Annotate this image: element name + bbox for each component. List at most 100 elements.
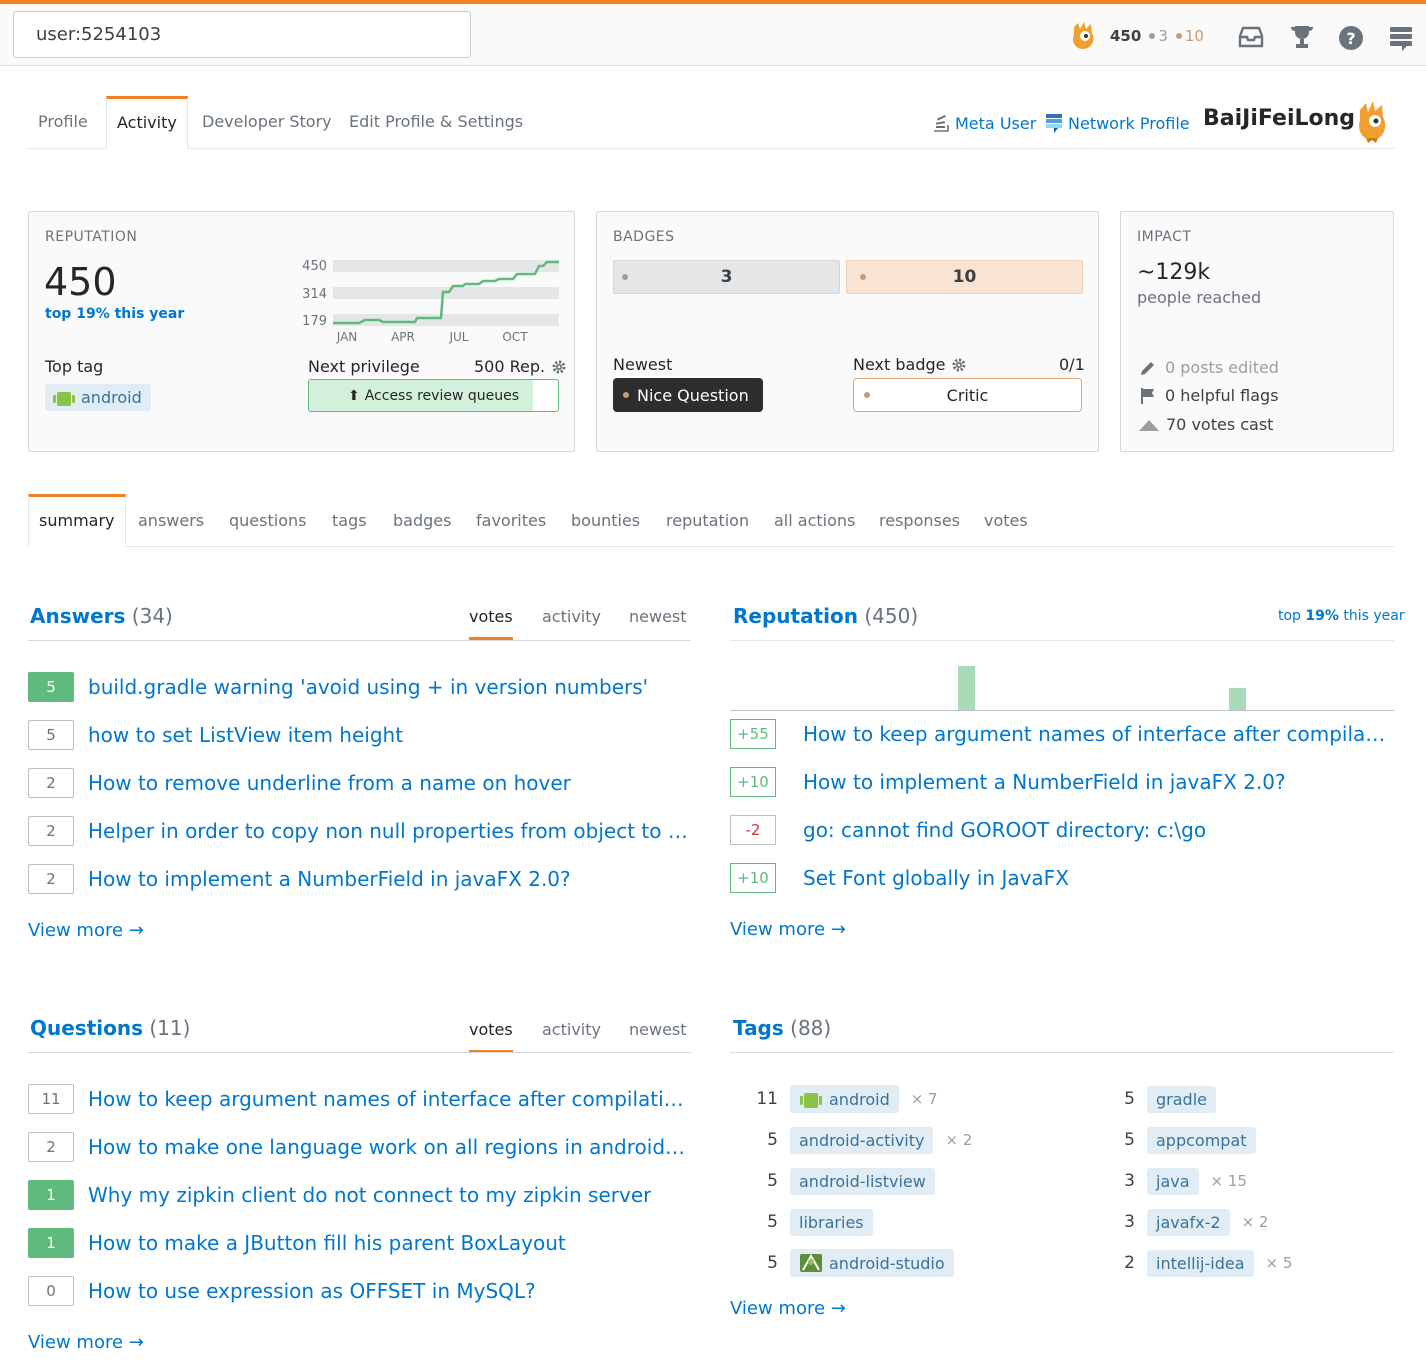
tag-row: 11 android × 7 bbox=[748, 1084, 938, 1114]
pencil-icon bbox=[1141, 361, 1154, 375]
tab-activity[interactable]: Activity bbox=[106, 96, 188, 149]
reputation-rank[interactable]: top 19% this year bbox=[45, 306, 184, 322]
reputation-post-link[interactable]: How to implement a NumberField in javaFX… bbox=[803, 770, 1286, 794]
tag-appcompat[interactable]: appcompat bbox=[1147, 1126, 1256, 1154]
search-input[interactable]: user:5254103 bbox=[13, 11, 471, 58]
post-title-link[interactable]: How to implement a NumberField in javaFX… bbox=[88, 867, 571, 891]
tab-badges[interactable]: badges bbox=[393, 494, 451, 530]
post-title-link[interactable]: Why my zipkin client do not connect to m… bbox=[88, 1183, 651, 1207]
post-title-link[interactable]: How to use expression as OFFSET in MySQL… bbox=[88, 1279, 536, 1303]
tab-tags[interactable]: tags bbox=[332, 494, 367, 530]
user-summary[interactable]: 450 3 10 bbox=[1070, 14, 1204, 58]
reputation-post-link[interactable]: How to keep argument names of interface … bbox=[803, 722, 1393, 746]
next-badge[interactable]: Critic bbox=[853, 378, 1082, 412]
silver-badges-box[interactable]: 3 bbox=[613, 260, 840, 294]
tag-gradle[interactable]: gradle bbox=[1147, 1085, 1216, 1113]
answers-filter-votes[interactable]: votes bbox=[469, 607, 513, 640]
trophy-icon[interactable] bbox=[1288, 23, 1316, 51]
answers-count: (34) bbox=[131, 604, 173, 628]
bronze-badges-count: 10 bbox=[952, 267, 977, 287]
answers-filter-activity[interactable]: activity bbox=[542, 607, 601, 626]
tab-bounties[interactable]: bounties bbox=[571, 494, 640, 530]
post-title-link[interactable]: Helper in order to copy non null propert… bbox=[88, 819, 688, 843]
vote-count: 1 bbox=[28, 1180, 74, 1210]
badges-card: BADGES 3 10 Newest Nice Question Next ba… bbox=[596, 211, 1099, 452]
questions-filter-activity[interactable]: activity bbox=[542, 1020, 601, 1039]
answers-view-more[interactable]: View more → bbox=[28, 920, 144, 941]
post-title-link[interactable]: How to make one language work on all reg… bbox=[88, 1135, 688, 1159]
vote-count: 11 bbox=[28, 1084, 74, 1114]
gear-icon[interactable] bbox=[551, 359, 567, 375]
post-title-link[interactable]: How to make a JButton fill his parent Bo… bbox=[88, 1231, 566, 1255]
tag-row: 5 appcompat bbox=[1105, 1125, 1256, 1155]
chart-x-label-oct: OCT bbox=[502, 330, 528, 344]
answers-filter-newest[interactable]: newest bbox=[629, 607, 687, 626]
tab-votes[interactable]: votes bbox=[984, 494, 1028, 530]
reputation-title[interactable]: Reputation bbox=[733, 604, 858, 628]
rep-histogram-bar[interactable] bbox=[958, 666, 975, 710]
tab-edit-profile[interactable]: Edit Profile & Settings bbox=[349, 96, 523, 149]
profile-avatar-icon[interactable] bbox=[1356, 100, 1388, 144]
tag-name: android-listview bbox=[799, 1171, 926, 1191]
tab-summary[interactable]: summary bbox=[28, 494, 126, 547]
tag-android-listview[interactable]: android-listview bbox=[790, 1167, 935, 1195]
android-studio-icon bbox=[800, 1253, 822, 1272]
post-title-link[interactable]: How to remove underline from a name on h… bbox=[88, 771, 571, 795]
questions-filter-newest[interactable]: newest bbox=[629, 1020, 687, 1039]
tab-questions[interactable]: questions bbox=[229, 494, 306, 530]
tab-reputation[interactable]: reputation bbox=[666, 494, 749, 530]
gear-icon[interactable] bbox=[951, 357, 967, 373]
reputation-rank-link[interactable]: top 19% this year bbox=[1278, 608, 1405, 624]
rep-histogram-bar[interactable] bbox=[1229, 688, 1246, 710]
reputation-view-more[interactable]: View more → bbox=[730, 919, 846, 940]
reputation-graph[interactable]: 450 314 179 JAN APR JUL OCT bbox=[299, 256, 561, 344]
stackexchange-icon[interactable] bbox=[1387, 24, 1415, 52]
tab-profile[interactable]: Profile bbox=[38, 96, 88, 149]
inbox-icon[interactable] bbox=[1237, 24, 1265, 52]
reputation-change: +55 bbox=[730, 719, 776, 749]
post-row: 2 How to implement a NumberField in javaF… bbox=[28, 864, 571, 894]
tag-multiplier: × 5 bbox=[1265, 1254, 1293, 1272]
tag-intellij-idea[interactable]: intellij-idea bbox=[1147, 1249, 1254, 1277]
tag-android-activity[interactable]: android-activity bbox=[790, 1126, 934, 1154]
silver-badge-icon bbox=[1149, 33, 1156, 39]
tab-answers[interactable]: answers bbox=[138, 494, 204, 530]
bronze-badges-box[interactable]: 10 bbox=[846, 260, 1083, 294]
post-title-link[interactable]: how to set ListView item height bbox=[88, 723, 403, 747]
tags-title[interactable]: Tags bbox=[733, 1016, 784, 1040]
posts-edited-text: 0 posts edited bbox=[1165, 358, 1279, 377]
tab-developer-story[interactable]: Developer Story bbox=[202, 96, 332, 149]
questions-filter-votes[interactable]: votes bbox=[469, 1020, 513, 1053]
reputation-row: -2 go: cannot find GOROOT directory: c:\g… bbox=[730, 815, 1206, 845]
top-tag-android[interactable]: android bbox=[45, 384, 151, 411]
reputation-change: +10 bbox=[730, 767, 776, 797]
questions-view-more[interactable]: View more → bbox=[28, 1332, 144, 1353]
network-profile-link[interactable]: Network Profile bbox=[1046, 113, 1190, 133]
privilege-progress[interactable]: ⬆ Access review queues bbox=[308, 379, 559, 412]
tag-score: 11 bbox=[756, 1089, 778, 1109]
newest-badge[interactable]: Nice Question bbox=[613, 378, 763, 412]
tag-score: 3 bbox=[1124, 1171, 1135, 1191]
privilege-name: Access review queues bbox=[364, 387, 519, 404]
questions-title[interactable]: Questions bbox=[30, 1016, 143, 1040]
help-icon[interactable]: ? bbox=[1337, 24, 1365, 52]
tag-java[interactable]: java bbox=[1147, 1167, 1199, 1195]
reputation-post-link[interactable]: Set Font globally in JavaFX bbox=[803, 866, 1069, 890]
tab-all-actions[interactable]: all actions bbox=[774, 494, 855, 530]
tag-javafx-2[interactable]: javafx-2 bbox=[1147, 1208, 1230, 1236]
post-row: 2 Helper in order to copy non null proper… bbox=[28, 816, 688, 846]
tags-heading: Tags (88) bbox=[733, 1016, 831, 1040]
answers-title[interactable]: Answers bbox=[30, 604, 125, 628]
tag-libraries[interactable]: libraries bbox=[790, 1208, 873, 1236]
post-title-link[interactable]: build.gradle warning 'avoid using + in v… bbox=[88, 675, 648, 699]
tags-view-more[interactable]: View more → bbox=[730, 1298, 846, 1319]
reputation-heading: Reputation (450) bbox=[733, 604, 918, 628]
tag-android[interactable]: android bbox=[790, 1085, 899, 1113]
tab-favorites[interactable]: favorites bbox=[476, 494, 546, 530]
tab-responses[interactable]: responses bbox=[879, 494, 960, 530]
meta-user-link[interactable]: Meta User bbox=[932, 113, 1036, 133]
chart-y-label-179: 179 bbox=[302, 314, 327, 329]
tag-android-studio[interactable]: android-studio bbox=[790, 1249, 954, 1277]
reputation-post-link[interactable]: go: cannot find GOROOT directory: c:\go bbox=[803, 818, 1206, 842]
post-title-link[interactable]: How to keep argument names of interface … bbox=[88, 1087, 688, 1111]
